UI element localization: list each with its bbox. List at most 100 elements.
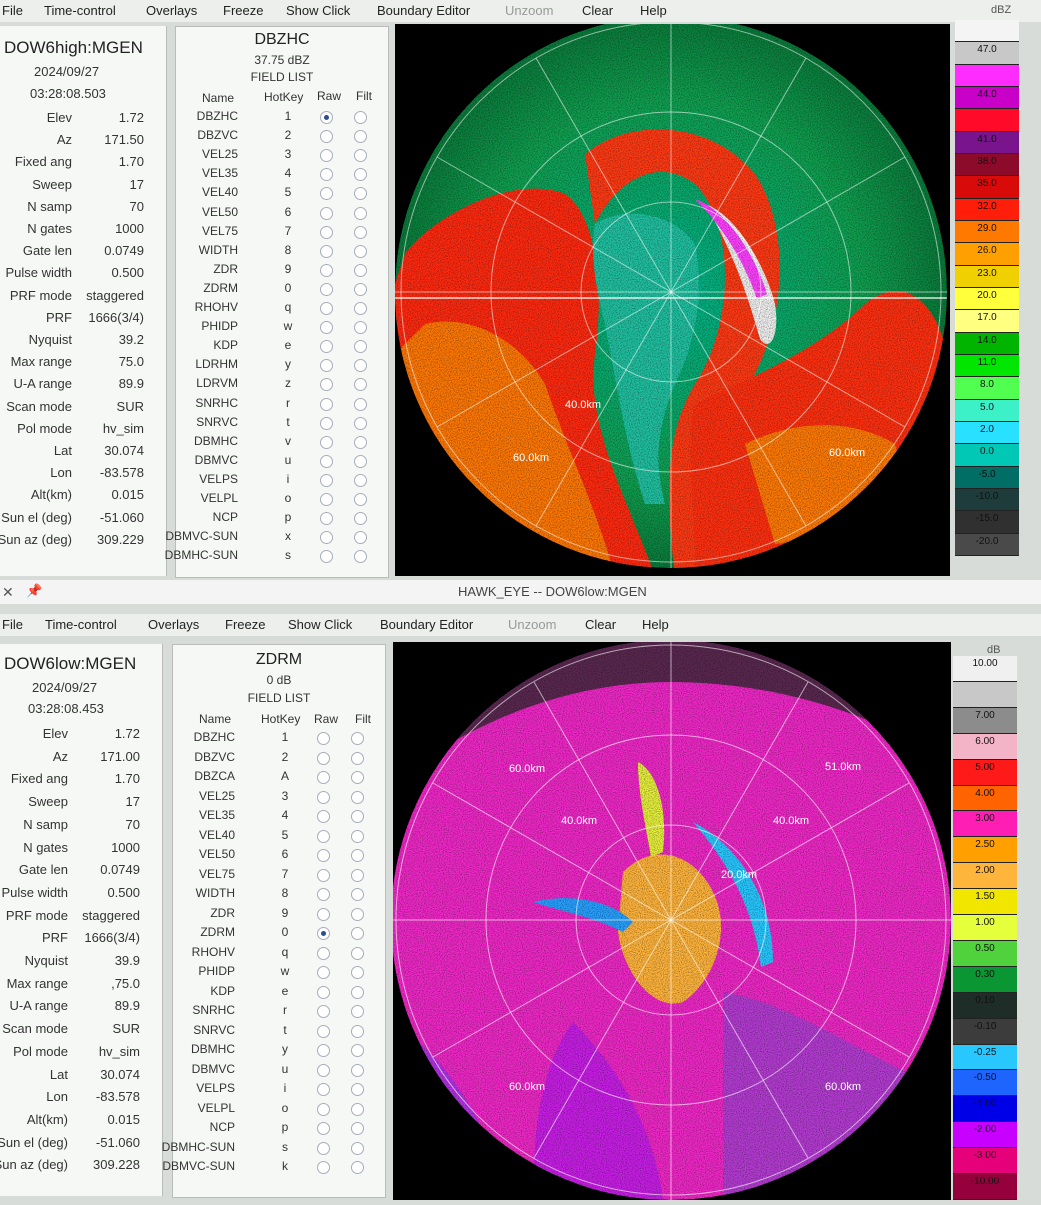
filt-radio[interactable] xyxy=(351,1044,364,1057)
filt-radio[interactable] xyxy=(354,206,367,220)
menu-overlays[interactable]: Overlays xyxy=(148,617,199,632)
filt-radio[interactable] xyxy=(354,550,367,564)
field-row[interactable]: SNRVC t xyxy=(176,415,388,434)
raw-radio[interactable] xyxy=(320,493,333,506)
raw-radio[interactable] xyxy=(317,927,330,940)
field-row[interactable]: DBZVC 2 xyxy=(173,750,385,769)
raw-radio[interactable] xyxy=(317,1005,330,1018)
raw-radio[interactable] xyxy=(317,1141,330,1155)
field-row[interactable]: VEL25 3 xyxy=(176,147,388,166)
raw-radio[interactable] xyxy=(320,321,333,335)
field-row[interactable]: DBMHC y xyxy=(173,1042,385,1061)
field-row[interactable]: ZDRM 0 xyxy=(176,281,388,300)
field-row[interactable]: WIDTH 8 xyxy=(176,243,388,262)
raw-radio[interactable] xyxy=(320,263,333,277)
field-row[interactable]: VELPL o xyxy=(173,1101,385,1120)
menu-freeze[interactable]: Freeze xyxy=(223,3,263,18)
field-row[interactable]: DBZVC 2 xyxy=(176,128,388,147)
filt-radio[interactable] xyxy=(351,985,364,999)
menu-boundary-editor[interactable]: Boundary Editor xyxy=(380,617,473,632)
bottom-ppi-display[interactable]: 60.0km 51.0km 40.0km 40.0km 20.0km 60.0k… xyxy=(391,640,951,1200)
raw-radio[interactable] xyxy=(317,946,330,960)
field-row[interactable]: DBZCA A xyxy=(173,769,385,788)
filt-radio[interactable] xyxy=(354,225,367,239)
filt-radio[interactable] xyxy=(354,130,367,144)
raw-radio[interactable] xyxy=(317,985,330,999)
filt-radio[interactable] xyxy=(351,1102,364,1116)
field-row[interactable]: VEL35 4 xyxy=(173,808,385,827)
raw-radio[interactable] xyxy=(317,888,330,901)
field-row[interactable]: DBMVC u xyxy=(173,1062,385,1081)
filt-radio[interactable] xyxy=(351,1063,364,1077)
raw-radio[interactable] xyxy=(320,473,333,487)
menu-clear[interactable]: Clear xyxy=(585,617,616,632)
filt-radio[interactable] xyxy=(351,751,364,765)
raw-radio[interactable] xyxy=(317,868,330,882)
raw-radio[interactable] xyxy=(317,966,330,979)
filt-radio[interactable] xyxy=(351,790,364,804)
raw-radio[interactable] xyxy=(320,168,333,182)
raw-radio[interactable] xyxy=(317,1044,330,1057)
menu-file[interactable]: File xyxy=(2,3,23,18)
raw-radio[interactable] xyxy=(317,771,330,784)
raw-radio[interactable] xyxy=(320,454,333,468)
field-row[interactable]: LDRHM y xyxy=(176,357,388,376)
filt-radio[interactable] xyxy=(351,966,364,979)
field-row[interactable]: DBMHC v xyxy=(176,434,388,453)
filt-radio[interactable] xyxy=(354,454,367,468)
field-row[interactable]: WIDTH 8 xyxy=(173,886,385,905)
field-row[interactable]: VEL75 7 xyxy=(173,867,385,886)
filt-radio[interactable] xyxy=(351,771,364,784)
filt-radio[interactable] xyxy=(351,888,364,901)
raw-radio[interactable] xyxy=(317,1122,330,1135)
field-row[interactable]: VEL25 3 xyxy=(173,789,385,808)
field-row[interactable]: PHIDP w xyxy=(176,319,388,338)
filt-radio[interactable] xyxy=(354,263,367,277)
menu-freeze[interactable]: Freeze xyxy=(225,617,265,632)
filt-radio[interactable] xyxy=(354,149,367,163)
filt-radio[interactable] xyxy=(351,829,364,843)
field-row[interactable]: KDP e xyxy=(173,984,385,1003)
pin-icon[interactable]: 📌 xyxy=(26,583,42,599)
filt-radio[interactable] xyxy=(351,1161,364,1174)
raw-radio[interactable] xyxy=(317,849,330,862)
raw-radio[interactable] xyxy=(320,550,333,564)
field-row[interactable]: LDRVM z xyxy=(176,376,388,395)
field-row[interactable]: VEL50 6 xyxy=(176,205,388,224)
raw-radio[interactable] xyxy=(320,340,333,354)
menu-file[interactable]: File xyxy=(2,617,23,632)
menu-time-control[interactable]: Time-control xyxy=(44,3,116,18)
filt-radio[interactable] xyxy=(354,493,367,506)
filt-radio[interactable] xyxy=(354,512,367,526)
field-row[interactable]: PHIDP w xyxy=(173,964,385,983)
raw-radio[interactable] xyxy=(317,1083,330,1096)
field-row[interactable]: KDP e xyxy=(176,338,388,357)
field-row[interactable]: SNRHC r xyxy=(173,1003,385,1022)
raw-radio[interactable] xyxy=(320,435,333,449)
raw-radio[interactable] xyxy=(317,810,330,823)
bottom-ppi-svg[interactable]: 60.0km 51.0km 40.0km 40.0km 20.0km 60.0k… xyxy=(391,640,951,1200)
filt-radio[interactable] xyxy=(354,416,367,430)
filt-radio[interactable] xyxy=(351,927,364,940)
raw-radio[interactable] xyxy=(320,130,333,144)
menu-time-control[interactable]: Time-control xyxy=(45,617,117,632)
filt-radio[interactable] xyxy=(351,1122,364,1135)
menu-show-click[interactable]: Show Click xyxy=(288,617,352,632)
filt-radio[interactable] xyxy=(354,187,367,201)
field-row[interactable]: ZDRM 0 xyxy=(173,925,385,944)
raw-radio[interactable] xyxy=(320,512,333,526)
field-row[interactable]: RHOHV q xyxy=(173,945,385,964)
filt-radio[interactable] xyxy=(351,946,364,960)
menu-show-click[interactable]: Show Click xyxy=(286,3,350,18)
filt-radio[interactable] xyxy=(354,168,367,182)
raw-radio[interactable] xyxy=(320,244,333,258)
filt-radio[interactable] xyxy=(351,849,364,862)
filt-radio[interactable] xyxy=(351,1083,364,1096)
filt-radio[interactable] xyxy=(354,282,367,296)
filt-radio[interactable] xyxy=(351,732,364,745)
field-row[interactable]: DBZHC 1 xyxy=(176,109,388,128)
raw-radio[interactable] xyxy=(317,751,330,765)
filt-radio[interactable] xyxy=(354,473,367,487)
field-row[interactable]: SNRVC t xyxy=(173,1023,385,1042)
filt-radio[interactable] xyxy=(354,244,367,258)
